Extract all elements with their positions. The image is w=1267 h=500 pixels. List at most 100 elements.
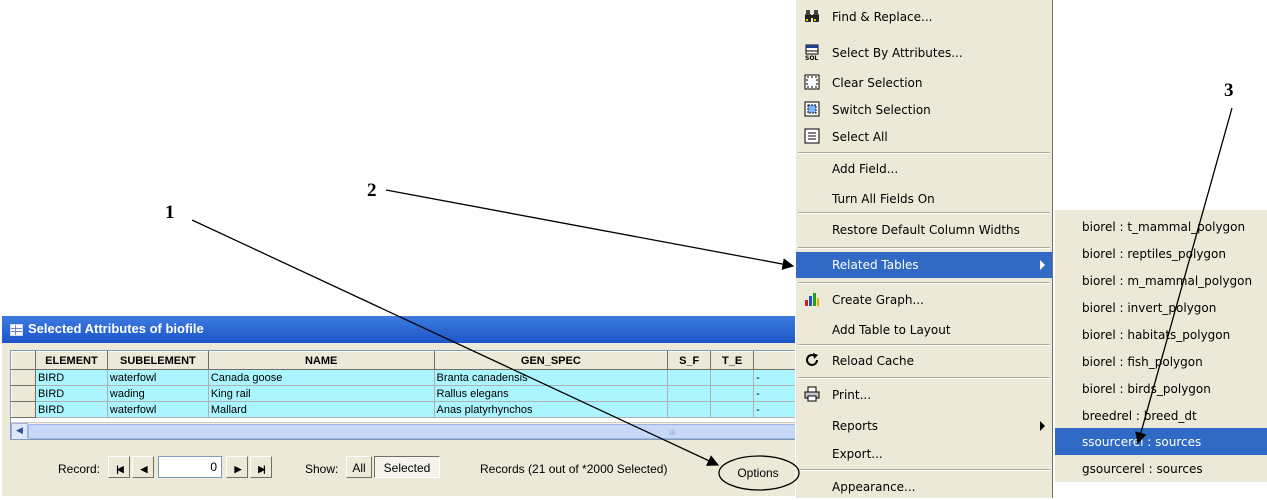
related-tables-submenu: biorel : t_mammal_polygon biorel : repti…	[1055, 210, 1267, 482]
table-row[interactable]: BIRD wading King rail Rallus elegans -	[11, 385, 823, 402]
next-record-icon: ▶	[234, 464, 242, 474]
previous-record-button[interactable]: ◀	[132, 456, 154, 478]
menu-item-find-replace[interactable]: Find & Replace...	[796, 4, 1052, 30]
select-all-icon	[804, 128, 820, 144]
menu-item-add-table-to-layout[interactable]: Add Table to Layout	[796, 317, 1052, 343]
table-icon	[10, 324, 23, 336]
attribute-grid[interactable]: ELEMENT SUBELEMENT NAME GEN_SPEC S_F T_E…	[10, 350, 824, 440]
column-header-name[interactable]: NAME	[207, 351, 435, 370]
table-header-row: ELEMENT SUBELEMENT NAME GEN_SPEC S_F T_E	[11, 351, 823, 370]
submenu-item[interactable]: biorel : birds_polygon	[1055, 375, 1267, 402]
cell-gen-spec[interactable]: Anas platyrhynchos	[433, 401, 669, 418]
first-record-icon: |◀	[116, 464, 124, 474]
records-status: Records (21 out of *2000 Selected)	[480, 462, 668, 476]
sql-table-icon: SQL	[805, 44, 819, 60]
menu-separator	[798, 377, 1050, 379]
annotation-arrow-2	[385, 189, 795, 270]
menu-item-create-graph[interactable]: Create Graph...	[796, 287, 1052, 313]
graph-icon	[805, 293, 819, 306]
table-row[interactable]: BIRD waterfowl Mallard Anas platyrhyncho…	[11, 401, 823, 418]
first-record-button[interactable]: |◀	[108, 456, 130, 478]
submenu-item[interactable]: gsourcerel : sources	[1055, 455, 1267, 482]
show-label: Show:	[305, 462, 339, 476]
menu-item-select-all[interactable]: Select All	[796, 124, 1052, 150]
submenu-item[interactable]: biorel : reptiles_polygon	[1055, 240, 1267, 267]
column-header-subelement[interactable]: SUBELEMENT	[106, 351, 209, 370]
cell-subelement[interactable]: waterfowl	[106, 369, 209, 386]
column-header-s-f[interactable]: S_F	[667, 351, 712, 370]
submenu-item[interactable]: biorel : m_mammal_polygon	[1055, 267, 1267, 294]
cell-t-e[interactable]	[710, 401, 755, 418]
column-header-element[interactable]: ELEMENT	[34, 351, 108, 370]
options-button[interactable]: Options	[724, 461, 792, 485]
submenu-item[interactable]: biorel : t_mammal_polygon	[1055, 213, 1267, 240]
cell-element[interactable]: BIRD	[34, 385, 108, 402]
menu-separator	[798, 282, 1050, 284]
submenu-item-selected[interactable]: ssourcerel : sources	[1055, 428, 1267, 455]
record-navigation-bar: Record: |◀ ◀ 0 ▶ ▶| Show: All Selected R…	[2, 454, 822, 484]
cell-element[interactable]: BIRD	[34, 401, 108, 418]
next-record-button[interactable]: ▶	[226, 456, 248, 478]
clear-selection-icon	[804, 74, 820, 90]
cell-s-f[interactable]	[667, 385, 712, 402]
last-record-button[interactable]: ▶|	[250, 456, 272, 478]
menu-item-add-field[interactable]: Add Field...	[796, 156, 1052, 182]
cell-t-e[interactable]	[710, 385, 755, 402]
scrollbar-thumb[interactable]: III	[28, 424, 822, 439]
row-selector[interactable]	[11, 385, 36, 402]
column-header-gen-spec[interactable]: GEN_SPEC	[433, 351, 669, 370]
cell-t-e[interactable]	[710, 369, 755, 386]
callout-2: 2	[367, 180, 377, 201]
menu-item-appearance[interactable]: Appearance...	[796, 474, 1052, 500]
callout-1: 1	[165, 202, 175, 223]
record-number-input[interactable]: 0	[158, 456, 222, 478]
menu-item-switch-selection[interactable]: Switch Selection	[796, 97, 1052, 123]
menu-item-export[interactable]: Export...	[796, 441, 1052, 467]
binoculars-icon	[805, 10, 819, 22]
menu-item-reload-cache[interactable]: Reload Cache	[796, 348, 1052, 374]
cell-name[interactable]: Mallard	[207, 401, 435, 418]
show-selected-button[interactable]: Selected	[374, 456, 440, 478]
table-row[interactable]: BIRD waterfowl Canada goose Branta canad…	[11, 369, 823, 386]
cell-name[interactable]: King rail	[207, 385, 435, 402]
cell-gen-spec[interactable]: Branta canadensis	[433, 369, 669, 386]
cell-s-f[interactable]	[667, 401, 712, 418]
menu-item-related-tables[interactable]: Related Tables	[796, 252, 1052, 278]
switch-selection-icon	[804, 101, 820, 117]
menu-separator	[798, 152, 1050, 154]
menu-item-reports[interactable]: Reports	[796, 413, 1052, 439]
submenu-item[interactable]: biorel : habitats_polygon	[1055, 321, 1267, 348]
cell-subelement[interactable]: wading	[106, 385, 209, 402]
submenu-item[interactable]: biorel : invert_polygon	[1055, 294, 1267, 321]
column-header-t-e[interactable]: T_E	[710, 351, 755, 370]
menu-separator	[798, 344, 1050, 346]
cell-s-f[interactable]	[667, 369, 712, 386]
submenu-arrow-icon	[1040, 421, 1045, 431]
show-all-button[interactable]: All	[346, 456, 372, 478]
printer-icon	[804, 386, 820, 402]
table-options-menu: Find & Replace... SQL Select By Attribut…	[795, 0, 1053, 498]
attributes-window: Selected Attributes of biofile ELEMENT S…	[2, 316, 824, 496]
previous-record-icon: ◀	[140, 464, 148, 474]
menu-separator	[798, 212, 1050, 214]
menu-item-print[interactable]: Print...	[796, 382, 1052, 408]
cell-name[interactable]: Canada goose	[207, 369, 435, 386]
scroll-left-icon[interactable]: ◀	[11, 423, 28, 439]
cell-gen-spec[interactable]: Rallus elegans	[433, 385, 669, 402]
menu-item-restore-default-column-widths[interactable]: Restore Default Column Widths	[796, 217, 1052, 243]
submenu-item[interactable]: biorel : fish_polygon	[1055, 348, 1267, 375]
submenu-arrow-icon	[1040, 260, 1045, 270]
row-selector[interactable]	[11, 401, 36, 418]
menu-item-select-by-attributes[interactable]: SQL Select By Attributes...	[796, 40, 1052, 66]
cell-subelement[interactable]: waterfowl	[106, 401, 209, 418]
cell-element[interactable]: BIRD	[34, 369, 108, 386]
row-selector[interactable]	[11, 369, 36, 386]
menu-separator	[798, 247, 1050, 249]
svg-text:SQL: SQL	[805, 55, 818, 60]
menu-item-clear-selection[interactable]: Clear Selection	[796, 70, 1052, 96]
submenu-item[interactable]: breedrel : breed_dt	[1055, 402, 1267, 429]
horizontal-scrollbar[interactable]: ◀ III	[11, 422, 823, 439]
attribute-table: ELEMENT SUBELEMENT NAME GEN_SPEC S_F T_E…	[11, 351, 823, 418]
window-titlebar[interactable]: Selected Attributes of biofile	[2, 316, 822, 343]
menu-item-turn-all-fields-on[interactable]: Turn All Fields On	[796, 186, 1052, 212]
